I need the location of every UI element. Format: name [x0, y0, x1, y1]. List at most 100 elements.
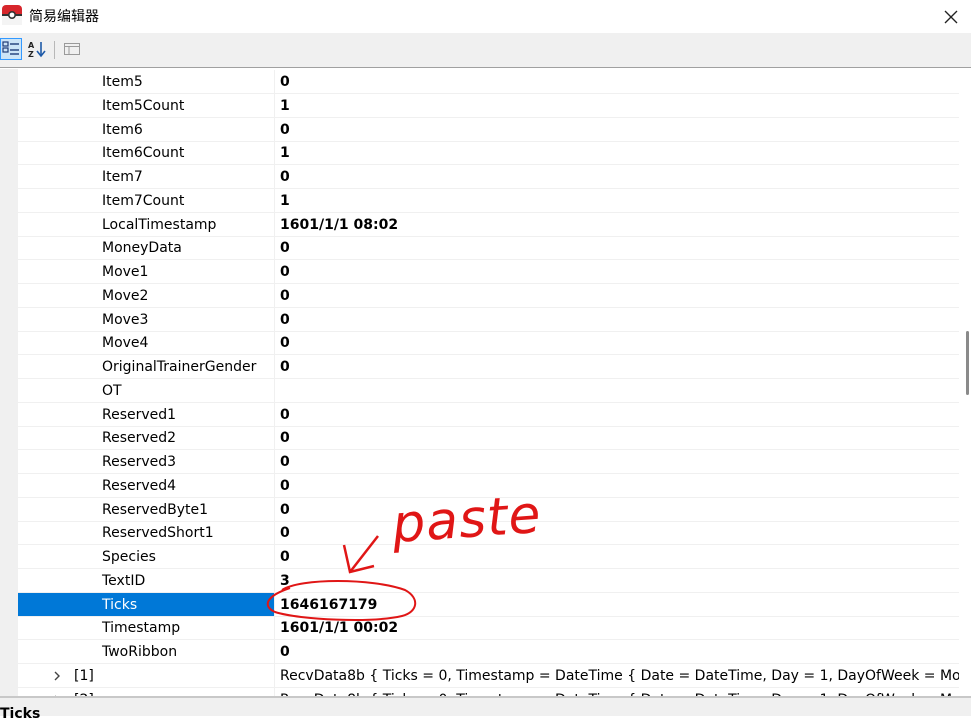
- property-name[interactable]: OriginalTrainerGender: [18, 355, 275, 378]
- close-icon: [944, 10, 958, 23]
- pokeball-app-icon: [2, 5, 22, 25]
- property-name[interactable]: ReservedByte1: [18, 498, 275, 521]
- property-name[interactable]: Item5: [18, 70, 275, 93]
- property-row[interactable]: Species 0: [18, 545, 959, 569]
- property-name[interactable]: Reserved4: [18, 474, 275, 497]
- svg-text:Z: Z: [28, 50, 34, 58]
- property-pages-button[interactable]: [61, 38, 83, 60]
- property-row[interactable]: Ticks: [18, 593, 959, 617]
- property-name[interactable]: ReservedShort1: [18, 521, 275, 544]
- property-value[interactable]: 0: [276, 450, 959, 473]
- property-row[interactable]: TwoRibbon 0: [18, 640, 959, 664]
- property-value[interactable]: 1: [276, 141, 959, 164]
- property-row[interactable]: Item7Count 1: [18, 189, 959, 213]
- property-name[interactable]: Ticks: [18, 593, 275, 616]
- collection-item-row[interactable]: [2]RecvData8b { Ticks = 0, Timestamp = D…: [18, 688, 959, 696]
- property-row[interactable]: MoneyData 0: [18, 236, 959, 260]
- property-name[interactable]: Move2: [18, 284, 275, 307]
- property-row[interactable]: Item6Count 1: [18, 141, 959, 165]
- property-value[interactable]: 0: [276, 260, 959, 283]
- property-value[interactable]: 0: [276, 355, 959, 378]
- property-value[interactable]: 0: [276, 521, 959, 544]
- property-value[interactable]: 0: [276, 308, 959, 331]
- property-name[interactable]: Item6Count: [18, 141, 275, 164]
- svg-text:A: A: [28, 41, 35, 50]
- property-name[interactable]: Timestamp: [18, 616, 275, 639]
- property-pages-icon: [64, 43, 80, 55]
- property-row[interactable]: Timestamp 1601/1/1 00:02: [18, 616, 959, 640]
- property-row[interactable]: OT: [18, 379, 959, 403]
- categorized-view-button[interactable]: [0, 38, 22, 60]
- categorized-view-icon: [2, 41, 19, 55]
- property-row[interactable]: Move2 0: [18, 284, 959, 308]
- property-value[interactable]: 1: [276, 189, 959, 212]
- property-row[interactable]: LocalTimestamp 1601/1/1 08:02: [18, 213, 959, 237]
- property-name[interactable]: Reserved3: [18, 450, 275, 473]
- alphabetical-sort-button[interactable]: A Z: [26, 38, 48, 60]
- property-name[interactable]: Reserved2: [18, 426, 275, 449]
- vertical-scrollbar[interactable]: [959, 69, 971, 696]
- property-row[interactable]: TextID 3: [18, 569, 959, 593]
- paste-annotation-text: paste: [390, 484, 544, 556]
- property-row[interactable]: Move3 0: [18, 308, 959, 332]
- ticks-value-input[interactable]: [280, 594, 580, 616]
- property-value[interactable]: 1601/1/1 08:02: [276, 213, 959, 236]
- property-name[interactable]: Reserved1: [18, 403, 275, 426]
- property-value[interactable]: 0: [276, 70, 959, 93]
- property-row[interactable]: Reserved3 0: [18, 450, 959, 474]
- property-value[interactable]: 0: [276, 331, 959, 354]
- property-name[interactable]: LocalTimestamp: [18, 213, 275, 236]
- property-grid-toolbar: A Z: [0, 33, 971, 68]
- property-value[interactable]: 0: [276, 236, 959, 259]
- property-value[interactable]: 0: [276, 165, 959, 188]
- property-name[interactable]: TwoRibbon: [18, 640, 275, 663]
- property-name[interactable]: Move3: [18, 308, 275, 331]
- property-row[interactable]: Reserved2 0: [18, 426, 959, 450]
- description-panel: Ticks: [0, 698, 971, 722]
- collection-item-summary[interactable]: RecvData8b { Ticks = 0, Timestamp = Date…: [276, 688, 959, 696]
- property-name[interactable]: Item5Count: [18, 94, 275, 117]
- collection-item-row[interactable]: [1] RecvData8b { Ticks = 0, Timestamp = D…: [18, 664, 959, 688]
- collection-item-summary[interactable]: RecvData8b { Ticks = 0, Timestamp = Date…: [276, 664, 959, 687]
- toolbar-separator: [54, 41, 55, 59]
- property-name[interactable]: OT: [18, 379, 275, 402]
- property-value[interactable]: [276, 379, 959, 402]
- property-value[interactable]: 0: [276, 498, 959, 521]
- property-row[interactable]: Reserved1 0: [18, 403, 959, 427]
- property-row[interactable]: Item6 0: [18, 118, 959, 142]
- window-title: 简易编辑器: [29, 9, 99, 25]
- property-name[interactable]: Move1: [18, 260, 275, 283]
- property-value[interactable]: 0: [276, 403, 959, 426]
- property-name[interactable]: Item7: [18, 165, 275, 188]
- property-name[interactable]: Species: [18, 545, 275, 568]
- property-value[interactable]: 0: [276, 284, 959, 307]
- property-row[interactable]: Item7 0: [18, 165, 959, 189]
- property-value[interactable]: 3: [276, 569, 959, 592]
- expand-chevron-icon[interactable]: [52, 671, 62, 681]
- property-row[interactable]: Move1 0: [18, 260, 959, 284]
- alphabetical-sort-icon: A Z: [28, 41, 46, 58]
- grid-left-gutter: [0, 69, 18, 696]
- property-value[interactable]: 0: [276, 474, 959, 497]
- property-row[interactable]: Move4 0: [18, 331, 959, 355]
- property-value[interactable]: 0: [276, 640, 959, 663]
- property-value[interactable]: 0: [276, 545, 959, 568]
- title-bar: 简易编辑器: [0, 0, 971, 33]
- property-row[interactable]: OriginalTrainerGender 0: [18, 355, 959, 379]
- property-name[interactable]: Item6: [18, 118, 275, 141]
- property-value[interactable]: 1: [276, 94, 959, 117]
- property-value[interactable]: 0: [276, 426, 959, 449]
- description-title: Ticks: [0, 706, 41, 722]
- scrollbar-thumb[interactable]: [966, 331, 969, 395]
- property-name[interactable]: MoneyData: [18, 236, 275, 259]
- property-row[interactable]: Item5Count 1: [18, 94, 959, 118]
- property-row[interactable]: Item5 0: [18, 70, 959, 94]
- property-name[interactable]: TextID: [18, 569, 275, 592]
- property-name[interactable]: Item7Count: [18, 189, 275, 212]
- close-button[interactable]: [931, 0, 971, 33]
- property-name[interactable]: Move4: [18, 331, 275, 354]
- property-value[interactable]: 0: [276, 118, 959, 141]
- property-value-editor[interactable]: [276, 593, 959, 616]
- property-value[interactable]: 1601/1/1 00:02: [276, 616, 959, 639]
- property-grid: Item5 0 Item5Count 1 Item6 0 Item6Count 1 Item7 0…: [0, 69, 971, 696]
